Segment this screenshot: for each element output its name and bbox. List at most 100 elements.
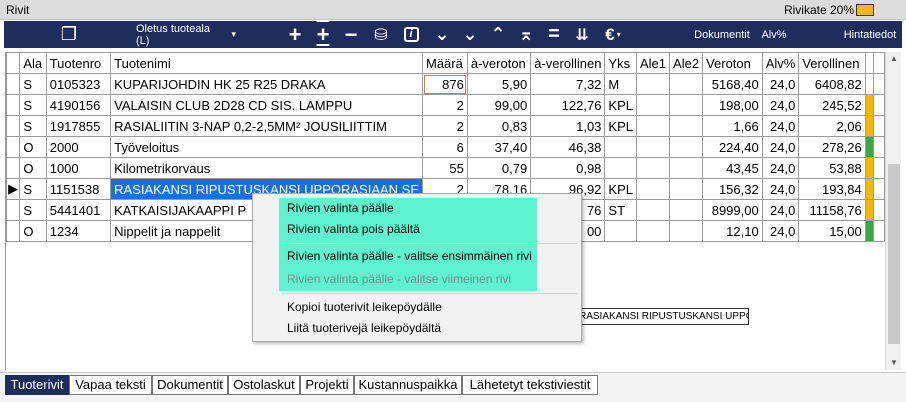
cell-maara[interactable]: 55 [422, 157, 468, 179]
cell-verollinen[interactable]: 6408,82 [798, 73, 866, 95]
cell-veroton[interactable]: 5168,40 [702, 73, 763, 95]
cell-a-verollinen[interactable]: 46,38 [530, 136, 606, 158]
cell-ale1[interactable] [635, 178, 671, 200]
menu-item-selection-on[interactable]: Rivien valinta päälle [287, 198, 394, 218]
cell-yks[interactable] [604, 136, 637, 158]
column-header-maara[interactable]: Määrä [422, 52, 468, 74]
cell-ale2[interactable] [669, 178, 704, 200]
cell-ale2[interactable] [669, 157, 704, 179]
cell-tuotenro[interactable]: 1234 [45, 220, 112, 242]
cell-ale2[interactable] [669, 73, 704, 95]
cell-a-veroton[interactable]: 0,79 [466, 157, 532, 179]
cell-veroton[interactable]: 224,40 [702, 136, 763, 158]
sort-icon[interactable]: ⇊ [572, 21, 592, 48]
cell-alv[interactable]: 24,0 [761, 115, 800, 137]
cell-ale2[interactable] [669, 94, 704, 116]
cell-maara[interactable]: 2 [422, 115, 468, 137]
row-indicator[interactable] [5, 73, 21, 95]
cell-ale1[interactable] [635, 136, 671, 158]
cell-a-verollinen[interactable]: 122,76 [530, 94, 606, 116]
column-header-tuotenro[interactable]: Tuotenro [45, 52, 112, 74]
remove-row-icon[interactable]: − [340, 21, 362, 48]
menu-item-copy-rows[interactable]: Kopioi tuoterivit leikepöydälle [287, 297, 442, 317]
cell-ala[interactable]: S [19, 94, 47, 116]
cell-tuotenro[interactable]: 1151538 [45, 178, 112, 200]
column-header-alv[interactable]: Alv% [761, 52, 800, 74]
tab-lahetetyt-tekstiviestit[interactable]: Lähetetyt tekstiviestit [462, 375, 598, 395]
cell-ale1[interactable] [635, 115, 671, 137]
cell-veroton[interactable]: 198,00 [702, 94, 763, 116]
move-top-icon[interactable]: ⌅ [516, 21, 536, 48]
copy-icon[interactable]: ❐ [58, 21, 80, 48]
tab-kustannuspaikka[interactable]: Kustannuspaikka [354, 375, 462, 395]
cell-ale2[interactable] [669, 220, 704, 242]
cell-ale1[interactable] [635, 220, 671, 242]
cell-yks[interactable]: KPL [604, 94, 637, 116]
menu-item-selection-off[interactable]: Rivien valinta pois päältä [287, 219, 420, 239]
cell-maara[interactable]: 876 [422, 73, 468, 95]
cell-ale1[interactable] [635, 157, 671, 179]
cell-verollinen[interactable]: 278,26 [798, 136, 866, 158]
cell-a-verollinen[interactable]: 1,03 [530, 115, 606, 137]
cell-ale2[interactable] [669, 199, 704, 221]
column-header-a-veroton[interactable]: à-veroton [466, 52, 532, 74]
cell-verollinen[interactable]: 193,84 [798, 178, 866, 200]
info-icon[interactable]: i [400, 21, 422, 48]
cell-alv[interactable]: 24,0 [761, 178, 800, 200]
cell-a-veroton[interactable]: 37,40 [466, 136, 532, 158]
cell-tuotenimi[interactable]: VALAISIN CLUB 2D28 CD SIS. LAMPPU [110, 94, 423, 116]
cell-verollinen[interactable]: 245,52 [798, 94, 866, 116]
row-indicator[interactable]: ▶ [5, 178, 21, 200]
cell-a-veroton[interactable]: 99,00 [466, 94, 532, 116]
scroll-down-icon[interactable]: ▼ [886, 356, 902, 370]
cell-alv[interactable]: 24,0 [761, 94, 800, 116]
cell-tuotenro[interactable]: 1000 [45, 157, 112, 179]
cell-tuotenro[interactable]: 5441401 [45, 199, 112, 221]
cell-verollinen[interactable]: 15,00 [798, 220, 866, 242]
cell-maara[interactable]: 2 [422, 94, 468, 116]
cell-a-verollinen[interactable]: 0,98 [530, 157, 606, 179]
row-indicator[interactable] [5, 94, 21, 116]
cell-yks[interactable] [604, 220, 637, 242]
cell-ala[interactable]: O [19, 136, 47, 158]
cell-ale1[interactable] [635, 199, 671, 221]
cell-veroton[interactable]: 43,45 [702, 157, 763, 179]
tab-projekti[interactable]: Projekti [300, 375, 354, 395]
column-header-verollinen[interactable]: Verollinen [798, 52, 866, 74]
cell-ale1[interactable] [635, 73, 671, 95]
price-info-button[interactable]: Hintatiedot [840, 21, 900, 48]
cell-tuotenimi[interactable]: KUPARIJOHDIN HK 25 R25 DRAKA [110, 73, 423, 95]
cell-a-veroton[interactable]: 0,83 [466, 115, 532, 137]
cell-tuotenimi[interactable]: RASIALIITIN 3-NAP 0,2-2,5MM² JOUSILIITTI… [110, 115, 423, 137]
row-indicator[interactable] [5, 220, 21, 242]
cell-veroton[interactable]: 12,10 [702, 220, 763, 242]
tab-vapaa-teksti[interactable]: Vapaa teksti [69, 375, 152, 395]
cell-yks[interactable]: KPL [604, 178, 637, 200]
table-row[interactable]: O 1000 Kilometrikorvaus 55 0,79 0,98 43,45 24,0… [5, 157, 886, 179]
table-row[interactable]: O 2000 Työveloitus 6 37,40 46,38 224,40 24,0 278… [5, 136, 886, 158]
cell-maara[interactable]: 6 [422, 136, 468, 158]
move-down-icon[interactable]: ⌄ [432, 21, 452, 48]
cell-ale1[interactable] [635, 94, 671, 116]
product-area-dropdown[interactable]: Oletus tuoteala (L) ▾ [136, 21, 236, 48]
cell-ale2[interactable] [669, 115, 704, 137]
tab-tuoterivit[interactable]: Tuoterivit [5, 375, 69, 395]
menu-item-selection-first-row[interactable]: Rivien valinta päälle - valitse ensimmäi… [287, 246, 532, 266]
vat-button[interactable]: Alv% [756, 21, 792, 48]
cell-tuotenro[interactable]: 4190156 [45, 94, 112, 116]
cell-a-veroton[interactable]: 5,90 [466, 73, 532, 95]
cell-yks[interactable]: KPL [604, 115, 637, 137]
coins-icon[interactable]: ⛁ [370, 21, 392, 48]
row-indicator[interactable] [5, 115, 21, 137]
cell-yks[interactable] [604, 157, 637, 179]
cell-ala[interactable]: S [19, 178, 47, 200]
cell-ala[interactable]: S [19, 73, 47, 95]
cell-yks[interactable]: ST [604, 199, 637, 221]
cell-alv[interactable]: 24,0 [761, 157, 800, 179]
move-up-icon[interactable]: ⌃ [488, 21, 508, 48]
currency-dropdown[interactable]: € ▾ [598, 21, 628, 48]
cell-veroton[interactable]: 156,32 [702, 178, 763, 200]
table-row[interactable]: S 4190156 VALAISIN CLUB 2D28 CD SIS. LAMPP… [5, 94, 886, 116]
cell-tuotenro[interactable]: 0105323 [45, 73, 112, 95]
cell-ala[interactable]: S [19, 199, 47, 221]
